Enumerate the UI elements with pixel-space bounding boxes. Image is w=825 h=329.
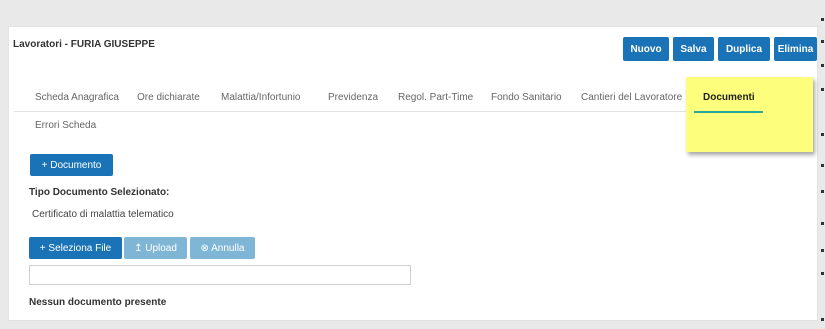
tab-ore-dichiarate[interactable]: Ore dichiarate bbox=[137, 92, 200, 103]
save-button[interactable]: Salva bbox=[673, 37, 714, 61]
add-document-button[interactable]: + Documento bbox=[30, 154, 113, 176]
empty-documents-message: Nessun documento presente bbox=[29, 297, 167, 308]
tab-fondo-sanitario[interactable]: Fondo Sanitario bbox=[491, 92, 562, 103]
tab-malattia-infortunio[interactable]: Malattia/Infortunio bbox=[221, 92, 301, 103]
tab-previdenza[interactable]: Previdenza bbox=[328, 92, 378, 103]
selected-type-label: Tipo Documento Selezionato: bbox=[29, 187, 170, 198]
upload-button[interactable]: ↥ Upload bbox=[124, 237, 187, 259]
scrollbar-edge bbox=[820, 0, 825, 329]
new-button[interactable]: Nuovo bbox=[623, 37, 669, 61]
tab-highlight-note bbox=[686, 77, 813, 152]
tab-errori-scheda[interactable]: Errori Scheda bbox=[35, 120, 96, 131]
cancel-button[interactable]: ⊗ Annulla bbox=[190, 237, 255, 259]
delete-button[interactable]: Elimina bbox=[774, 37, 817, 61]
tab-documenti[interactable]: Documenti bbox=[703, 92, 755, 103]
file-input[interactable] bbox=[29, 265, 411, 285]
tab-cantieri-del-lavoratore[interactable]: Cantieri del Lavoratore bbox=[581, 92, 682, 103]
selected-type-value: Certificato di malattia telematico bbox=[32, 209, 174, 220]
page-title: Lavoratori - FURIA GIUSEPPE bbox=[13, 39, 155, 50]
tab-scheda-anagrafica[interactable]: Scheda Anagrafica bbox=[35, 92, 119, 103]
duplicate-button[interactable]: Duplica bbox=[718, 37, 770, 61]
tab-regol-part-time[interactable]: Regol. Part-Time bbox=[398, 92, 473, 103]
active-tab-indicator bbox=[694, 111, 763, 113]
select-file-button[interactable]: + Seleziona File bbox=[29, 237, 122, 259]
